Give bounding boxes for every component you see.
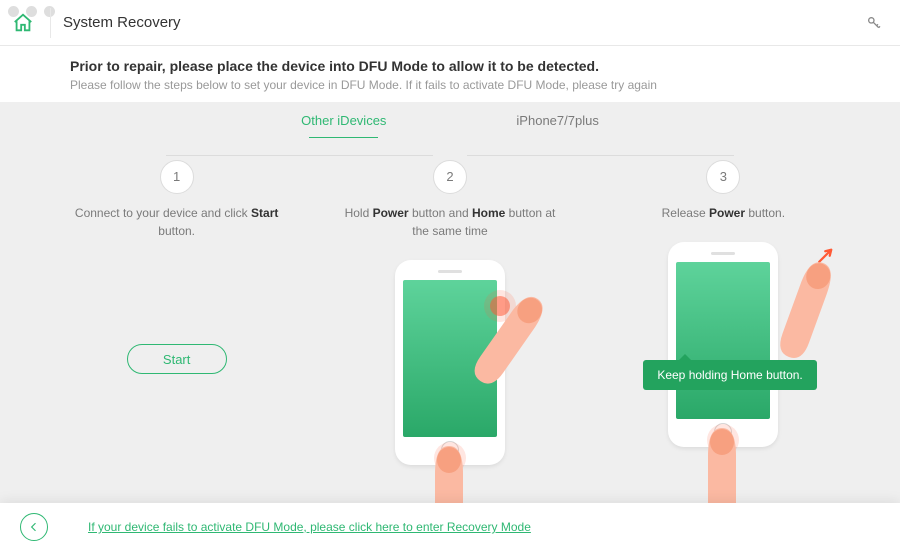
intro-subtext: Please follow the steps below to set you…	[70, 78, 830, 92]
step-number: 2	[433, 160, 467, 194]
step-2: 2 Hold Power button and Home button at t…	[313, 160, 586, 500]
app-header: System Recovery	[0, 0, 900, 46]
step-number: 1	[160, 160, 194, 194]
text: button.	[158, 224, 195, 238]
footer-bar: If your device fails to activate DFU Mod…	[0, 503, 900, 551]
steps-content: 1 Connect to your device and click Start…	[0, 138, 900, 508]
recovery-mode-link[interactable]: If your device fails to activate DFU Mod…	[88, 520, 531, 534]
release-arrow-icon	[817, 246, 835, 264]
page-title: System Recovery	[63, 14, 181, 31]
tab-iphone7[interactable]: iPhone7/7plus	[516, 109, 598, 132]
step-1: 1 Connect to your device and click Start…	[40, 160, 313, 500]
step-3: 3 Release Power button. Keep holding Hom…	[587, 160, 860, 482]
tooltip-keep-holding: Keep holding Home button.	[643, 360, 816, 390]
intro-block: Prior to repair, please place the device…	[0, 46, 900, 92]
touch-indicator	[490, 296, 510, 316]
touch-indicator	[713, 430, 733, 450]
intro-heading: Prior to repair, please place the device…	[70, 58, 830, 74]
touch-indicator	[440, 448, 460, 468]
illustration-step-3: Keep holding Home button.	[587, 242, 860, 482]
back-button[interactable]	[20, 513, 48, 541]
step-1-desc: Connect to your device and click Start b…	[40, 204, 313, 240]
text-bold: Start	[251, 206, 278, 220]
step-2-desc: Hold Power button and Home button at the…	[313, 204, 586, 240]
device-tabs: Other iDevices iPhone7/7plus	[0, 102, 900, 138]
illustration-step-2	[313, 260, 586, 500]
step-3-desc: Release Power button.	[587, 204, 860, 222]
tab-other-idevices[interactable]: Other iDevices	[301, 109, 386, 132]
step-number: 3	[706, 160, 740, 194]
divider	[50, 8, 51, 38]
key-icon[interactable]	[866, 15, 882, 31]
step-connector	[166, 155, 433, 156]
step-connector	[467, 155, 734, 156]
home-icon[interactable]	[12, 12, 42, 34]
text: Connect to your device and click	[75, 206, 251, 220]
finger-icon	[769, 256, 843, 364]
start-button[interactable]: Start	[127, 344, 227, 374]
